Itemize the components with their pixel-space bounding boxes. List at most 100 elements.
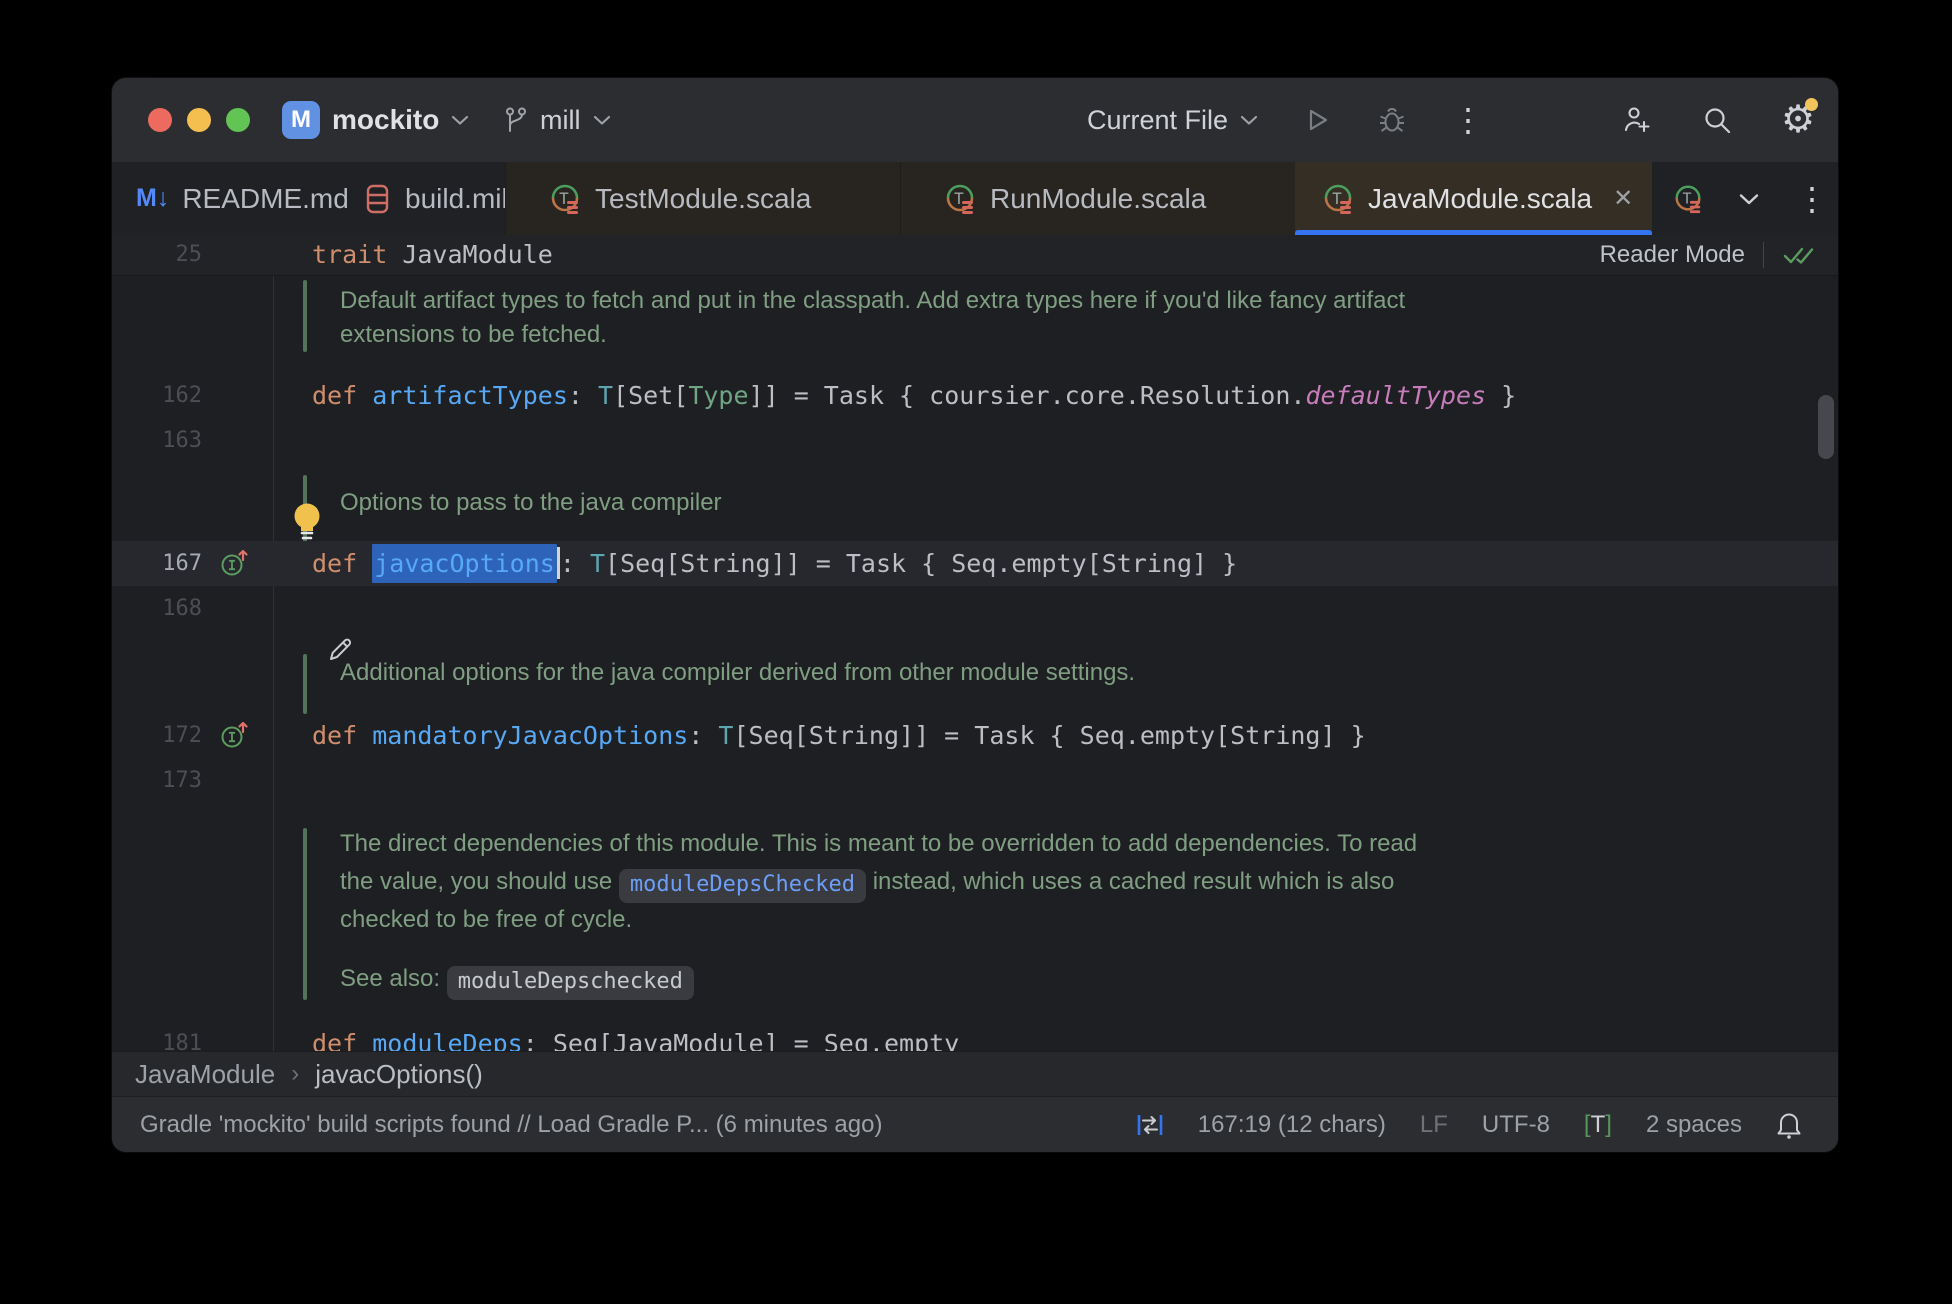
chevron-down-icon <box>1240 115 1258 125</box>
tab-bar: M↓ README.md build.mill T TestModule.sca… <box>112 162 1838 235</box>
doc-comment-bar <box>303 280 307 352</box>
markdown-icon: M↓ <box>136 184 170 212</box>
svg-text:T: T <box>1683 189 1692 207</box>
status-bar: Gradle 'mockito' build scripts found // … <box>112 1096 1838 1152</box>
doc-comment: The direct dependencies of this module. … <box>340 830 1418 857</box>
double-check-icon[interactable] <box>1782 242 1818 268</box>
add-user-button[interactable] <box>1615 78 1659 162</box>
gutter-line-number: 162 <box>162 383 202 408</box>
doc-comment: Options to pass to the java compiler <box>340 489 722 516</box>
tab-javamodule[interactable]: T JavaModule.scala ✕ <box>1295 162 1652 235</box>
code-line: def artifactTypes: T[Set[Type]] = Task {… <box>312 381 1517 410</box>
tab-runmodule[interactable]: T RunModule.scala <box>900 162 1295 235</box>
sticky-header-line[interactable]: 25 trait JavaModule Reader Mode <box>112 235 1838 276</box>
scala-trait-icon: T <box>1675 185 1701 213</box>
tab-label: README.md <box>182 182 349 214</box>
file-encoding[interactable]: UTF-8 <box>1482 1111 1550 1139</box>
traffic-light-zoom[interactable] <box>226 108 250 132</box>
tab-list-button[interactable] <box>1726 162 1772 235</box>
tab-overflow-partial[interactable]: T <box>1660 162 1716 235</box>
gutter-line-number: 173 <box>162 768 202 793</box>
reader-mode-widget[interactable]: Reader Mode <box>1600 235 1818 275</box>
project-icon-letter: M <box>291 106 311 133</box>
tab-label: JavaModule.scala <box>1368 182 1593 214</box>
indent-size[interactable]: 2 spaces <box>1646 1111 1742 1139</box>
project-name: mockito <box>332 104 440 135</box>
breadcrumb-member[interactable]: javacOptions() <box>315 1059 483 1090</box>
title-bar: M mockito mill Current File ⋮ ⚙ <box>112 78 1838 162</box>
doc-comment: Default artifact types to fetch and put … <box>340 287 1406 314</box>
project-icon: M <box>282 101 320 139</box>
vcs-branch-widget[interactable]: mill <box>504 78 611 162</box>
traffic-light-close[interactable] <box>148 108 172 132</box>
override-gutter-icon[interactable] <box>220 720 250 750</box>
run-button[interactable] <box>1296 78 1340 162</box>
traffic-light-minimize[interactable] <box>187 108 211 132</box>
settings-button[interactable]: ⚙ <box>1776 78 1820 162</box>
tab-label: RunModule.scala <box>990 182 1207 214</box>
doc-comment: checked to be free of cycle. <box>340 906 633 933</box>
caret-position[interactable]: 167:19 (12 chars) <box>1198 1111 1386 1139</box>
lightbulb-icon[interactable] <box>288 500 326 546</box>
gutter-separator <box>273 276 274 1051</box>
tab-testmodule[interactable]: T TestModule.scala <box>505 162 900 235</box>
branch-icon <box>506 107 526 132</box>
line-separator[interactable]: LF <box>1420 1111 1448 1139</box>
settings-badge <box>1805 98 1818 111</box>
gutter-line-number: 163 <box>162 428 202 453</box>
run-config-label: Current File <box>1087 104 1229 135</box>
tab-readme[interactable]: M↓ README.md <box>124 162 361 235</box>
tab-buildmill[interactable]: build.mill <box>352 162 526 235</box>
scrollbar-thumb[interactable] <box>1818 395 1834 459</box>
breadcrumb-class[interactable]: JavaModule <box>135 1059 275 1090</box>
svg-text:T: T <box>1332 189 1342 208</box>
doc-comment-bar <box>303 828 307 1000</box>
ide-window: M mockito mill Current File ⋮ ⚙ M↓ READM… <box>112 78 1838 1152</box>
branch-name: mill <box>540 104 581 135</box>
gutter-line-number: 167 <box>162 551 202 576</box>
doc-comment: extensions to be fetched. <box>340 321 607 348</box>
bracket: [ <box>1583 1110 1591 1138</box>
play-icon <box>1309 109 1328 131</box>
breadcrumb-separator-icon: › <box>291 1060 300 1087</box>
code-line: def javacOptions: T[Seq[String]] = Task … <box>312 541 1237 586</box>
tab-label: TestModule.scala <box>595 182 812 214</box>
override-gutter-icon[interactable] <box>220 548 250 578</box>
search-button[interactable] <box>1695 78 1739 162</box>
status-message[interactable]: Gradle 'mockito' build scripts found // … <box>140 1111 882 1139</box>
column-swap-icon[interactable] <box>1136 1111 1164 1139</box>
chevron-down-icon <box>593 115 610 125</box>
doc-see-also: See also: moduleDepschecked <box>340 962 694 1000</box>
editor[interactable]: Default artifact types to fetch and put … <box>112 276 1838 1051</box>
search-icon <box>1705 108 1731 134</box>
chevron-down-icon <box>452 115 469 125</box>
doc-comment: the value, you should use moduleDepsChec… <box>340 865 1394 903</box>
more-actions-button[interactable]: ⋮ <box>1446 78 1490 162</box>
scala-trait-icon: T <box>1324 184 1352 214</box>
highlight-level-indicator[interactable]: [T] <box>1584 1111 1612 1139</box>
gutter-line-number: 168 <box>162 596 202 621</box>
sticky-line-number: 25 <box>175 242 203 267</box>
project-widget[interactable]: M mockito <box>282 78 469 162</box>
doc-comment: Additional options for the java compiler… <box>340 659 1136 686</box>
mill-file-icon <box>366 184 389 213</box>
svg-text:T: T <box>559 189 569 208</box>
divider <box>1763 242 1764 268</box>
tabs-more-button[interactable]: ⋮ <box>1784 162 1838 235</box>
svg-text:T: T <box>954 189 964 208</box>
scala-trait-icon: T <box>946 184 974 214</box>
letter: T <box>1590 1110 1606 1138</box>
tab-close-icon[interactable]: ✕ <box>1613 184 1633 213</box>
run-config-widget[interactable]: Current File <box>1087 78 1258 162</box>
bug-icon <box>1380 108 1404 132</box>
kebab-icon: ⋮ <box>1796 180 1828 217</box>
debug-button[interactable] <box>1370 78 1414 162</box>
add-user-icon <box>1624 107 1650 133</box>
reader-mode-label: Reader Mode <box>1599 241 1745 268</box>
gutter-line-number: 172 <box>162 723 202 748</box>
sticky-code: trait JavaModule <box>312 240 553 269</box>
tab-label: build.mill <box>405 182 514 214</box>
notifications-bell-icon[interactable] <box>1776 1110 1802 1139</box>
gutter-line-number: 181 <box>162 1031 202 1051</box>
chevron-down-icon <box>1739 193 1759 204</box>
